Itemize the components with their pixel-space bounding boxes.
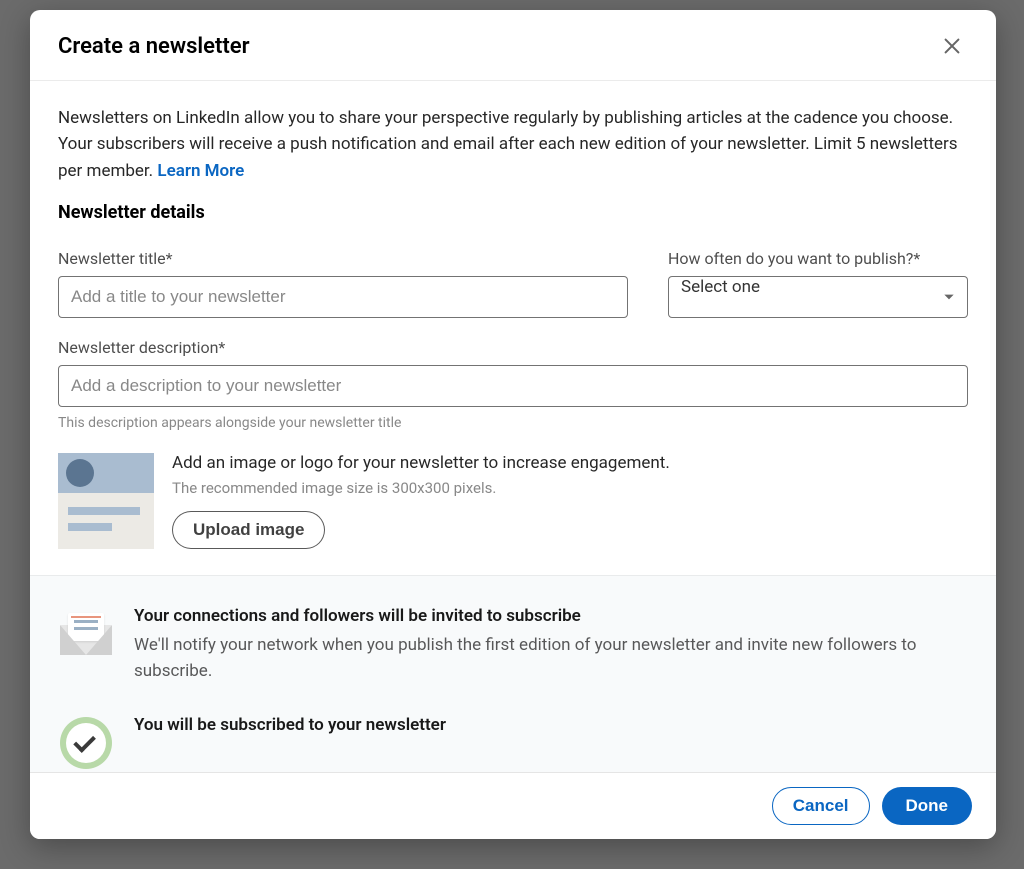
frequency-field-group: How often do you want to publish?* Selec… <box>668 249 968 318</box>
info-invite-item: Your connections and followers will be i… <box>58 606 968 685</box>
frequency-select[interactable]: Select one <box>668 276 968 318</box>
info-subscribe-item: You will be subscribed to your newslette… <box>58 715 968 771</box>
newsletter-description-input[interactable] <box>58 365 968 407</box>
description-label: Newsletter description* <box>58 338 968 357</box>
check-circle-icon <box>58 715 114 771</box>
title-label: Newsletter title* <box>58 249 628 268</box>
close-button[interactable] <box>936 30 968 62</box>
upload-image-section: Add an image or logo for your newsletter… <box>30 431 996 575</box>
info-subscribe-title: You will be subscribed to your newslette… <box>134 715 968 735</box>
description-field-group: Newsletter description* This description… <box>30 318 996 431</box>
image-placeholder-icon <box>58 453 154 549</box>
intro-section: Newsletters on LinkedIn allow you to sha… <box>30 81 996 237</box>
close-icon <box>941 35 963 57</box>
modal-body: Newsletters on LinkedIn allow you to sha… <box>30 81 996 772</box>
modal-footer: Cancel Done <box>30 772 996 839</box>
upload-image-button[interactable]: Upload image <box>172 511 325 549</box>
newsletter-details-heading: Newsletter details <box>58 202 968 223</box>
info-section: Your connections and followers will be i… <box>30 575 996 772</box>
learn-more-link[interactable]: Learn More <box>157 161 244 181</box>
frequency-label: How often do you want to publish?* <box>668 249 968 268</box>
newsletter-title-input[interactable] <box>58 276 628 318</box>
upload-title: Add an image or logo for your newsletter… <box>172 453 968 473</box>
info-invite-title: Your connections and followers will be i… <box>134 606 968 626</box>
modal-title: Create a newsletter <box>58 34 250 59</box>
envelope-icon <box>58 606 114 662</box>
title-field-group: Newsletter title* <box>58 249 628 318</box>
done-button[interactable]: Done <box>882 787 973 825</box>
cancel-button[interactable]: Cancel <box>772 787 870 825</box>
modal-header: Create a newsletter <box>30 10 996 81</box>
create-newsletter-modal: Create a newsletter Newsletters on Linke… <box>30 10 996 839</box>
info-invite-text: We'll notify your network when you publi… <box>134 632 968 685</box>
upload-subtext: The recommended image size is 300x300 pi… <box>172 479 968 497</box>
intro-text: Newsletters on LinkedIn allow you to sha… <box>58 105 968 184</box>
upload-copy: Add an image or logo for your newsletter… <box>172 453 968 549</box>
title-frequency-row: Newsletter title* How often do you want … <box>30 237 996 318</box>
description-help-text: This description appears alongside your … <box>58 415 968 431</box>
